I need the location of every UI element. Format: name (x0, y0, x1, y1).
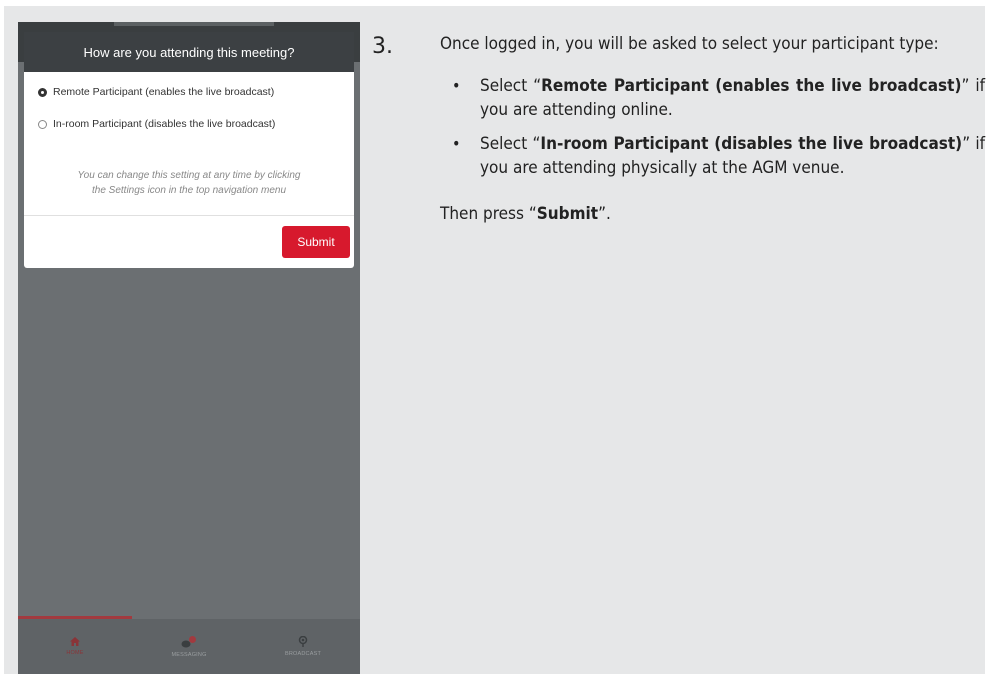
bullet-bold-text: In-room Participant (disables the live b… (540, 134, 963, 154)
bullet-icon: • (452, 134, 461, 153)
option-in-room-participant[interactable]: In-room Participant (disables the live b… (38, 118, 275, 130)
instruction-text: Once logged in, you will be asked to sel… (440, 32, 985, 226)
then-bold-text: Submit (536, 204, 599, 224)
bullet-text: Select “ (480, 134, 541, 154)
bullet-text: Select “ (480, 76, 542, 96)
bullet-list: • Select “Remote Participant (enables th… (440, 74, 985, 180)
bullet-in-room: • Select “In-room Participant (disables … (440, 132, 985, 180)
nav-item-messaging[interactable]: MESSAGING (132, 619, 246, 674)
bullet-remote: • Select “Remote Participant (enables th… (440, 74, 985, 122)
nav-label: MESSAGING (171, 651, 207, 658)
bullet-bold-text: Remote Participant (enables the live bro… (541, 76, 962, 96)
broadcast-icon (298, 636, 308, 647)
step-number: 3. (372, 34, 393, 59)
dialog-divider (24, 215, 354, 216)
phone-screenshot: How are you attending this meeting? Remo… (18, 22, 360, 674)
nav-label: BROADCAST (284, 651, 322, 657)
bullet-icon: • (452, 76, 461, 95)
bottom-navigation: HOME MESSAGING BROADCAST (18, 619, 360, 674)
radio-unselected-icon[interactable] (38, 119, 47, 129)
settings-hint: You can change this setting at any time … (44, 168, 334, 198)
then-text: ”. (598, 204, 611, 224)
home-icon (70, 637, 80, 646)
then-text: Then press “ (440, 204, 537, 224)
participant-type-dialog: Remote Participant (enables the live bro… (24, 72, 354, 268)
nav-item-broadcast[interactable]: BROADCAST (246, 619, 360, 674)
option-remote-participant[interactable]: Remote Participant (enables the live bro… (38, 86, 274, 98)
then-press-text: Then press “Submit”. (440, 202, 985, 226)
option-label: Remote Participant (enables the live bro… (53, 86, 275, 98)
hint-line: You can change this setting at any time … (77, 170, 301, 181)
dialog-title-text: How are you attending this meeting? (83, 44, 295, 60)
dialog-title: How are you attending this meeting? (24, 32, 354, 72)
chat-bubbles-icon (181, 635, 196, 647)
top-bar-accent (114, 22, 274, 26)
nav-label: HOME (66, 650, 84, 656)
nav-item-home[interactable]: HOME (18, 619, 132, 674)
submit-button[interactable]: Submit (282, 226, 350, 258)
intro-text: Once logged in, you will be asked to sel… (440, 34, 939, 54)
hint-line: the Settings icon in the top navigation … (91, 185, 287, 196)
option-label: In-room Participant (disables the live b… (53, 118, 276, 130)
radio-selected-icon[interactable] (38, 87, 47, 97)
